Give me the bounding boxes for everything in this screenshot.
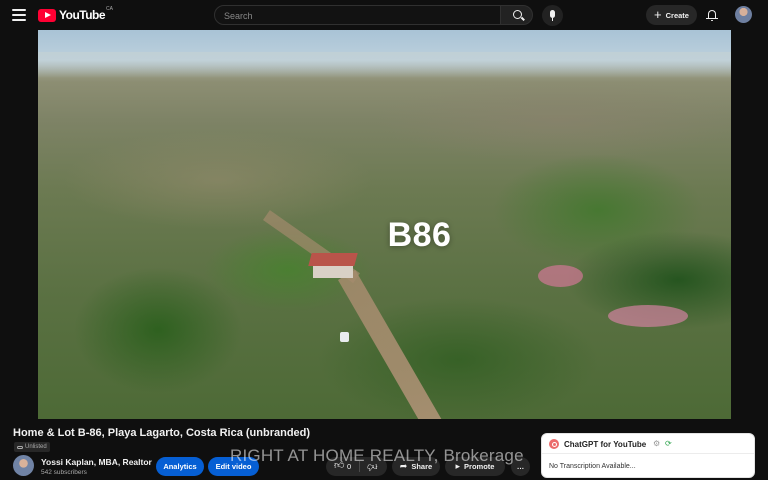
mic-icon — [550, 10, 555, 18]
country-code: CA — [106, 6, 113, 12]
chatgpt-panel-title: ChatGPT for YouTube — [564, 440, 647, 449]
chatgpt-logo-icon[interactable] — [549, 439, 559, 449]
youtube-play-icon — [38, 8, 56, 22]
channel-avatar[interactable] — [13, 455, 34, 476]
video-player[interactable]: B86 — [38, 30, 731, 419]
refresh-icon[interactable]: ⟳ — [665, 439, 672, 448]
search-box — [214, 5, 501, 25]
top-bar: YouTube CA + Create — [0, 0, 768, 30]
notifications-bell-icon[interactable] — [706, 9, 718, 21]
subscriber-count: 542 subscribers — [41, 469, 87, 476]
flowering-tree — [538, 265, 583, 287]
link-icon — [17, 445, 23, 449]
car — [340, 332, 349, 342]
flowering-tree — [608, 305, 688, 327]
gear-icon[interactable]: ⚙ — [653, 439, 660, 448]
lot-label-overlay: B86 — [387, 216, 452, 254]
visibility-label: Unlisted — [25, 444, 47, 450]
dirt-road — [338, 270, 446, 419]
youtube-logo[interactable]: YouTube CA — [38, 6, 113, 22]
logo-text: YouTube — [59, 8, 106, 22]
account-avatar[interactable] — [735, 6, 752, 23]
search-input[interactable] — [215, 7, 500, 25]
transcription-message: No Transcription Available... — [549, 463, 636, 470]
voice-search-button[interactable] — [542, 5, 563, 26]
visibility-badge: Unlisted — [14, 442, 50, 452]
channel-name[interactable]: Yossi Kaplan, MBA, Realtor — [41, 457, 152, 467]
create-button[interactable]: + Create — [646, 5, 697, 25]
video-title: Home & Lot B-86, Playa Lagarto, Costa Ri… — [13, 427, 311, 439]
create-label: Create — [665, 10, 689, 20]
chatgpt-panel: ChatGPT for YouTube ⚙ ⟳ No Transcription… — [541, 433, 755, 478]
chatgpt-panel-header: ChatGPT for YouTube ⚙ ⟳ — [542, 434, 754, 454]
realty-watermark: RIGHT AT HOME REALTY, Brokerage — [230, 446, 524, 465]
plus-icon: + — [654, 7, 662, 22]
menu-icon[interactable] — [12, 9, 26, 21]
search-button[interactable] — [500, 5, 533, 25]
analytics-button[interactable]: Analytics — [156, 457, 204, 476]
